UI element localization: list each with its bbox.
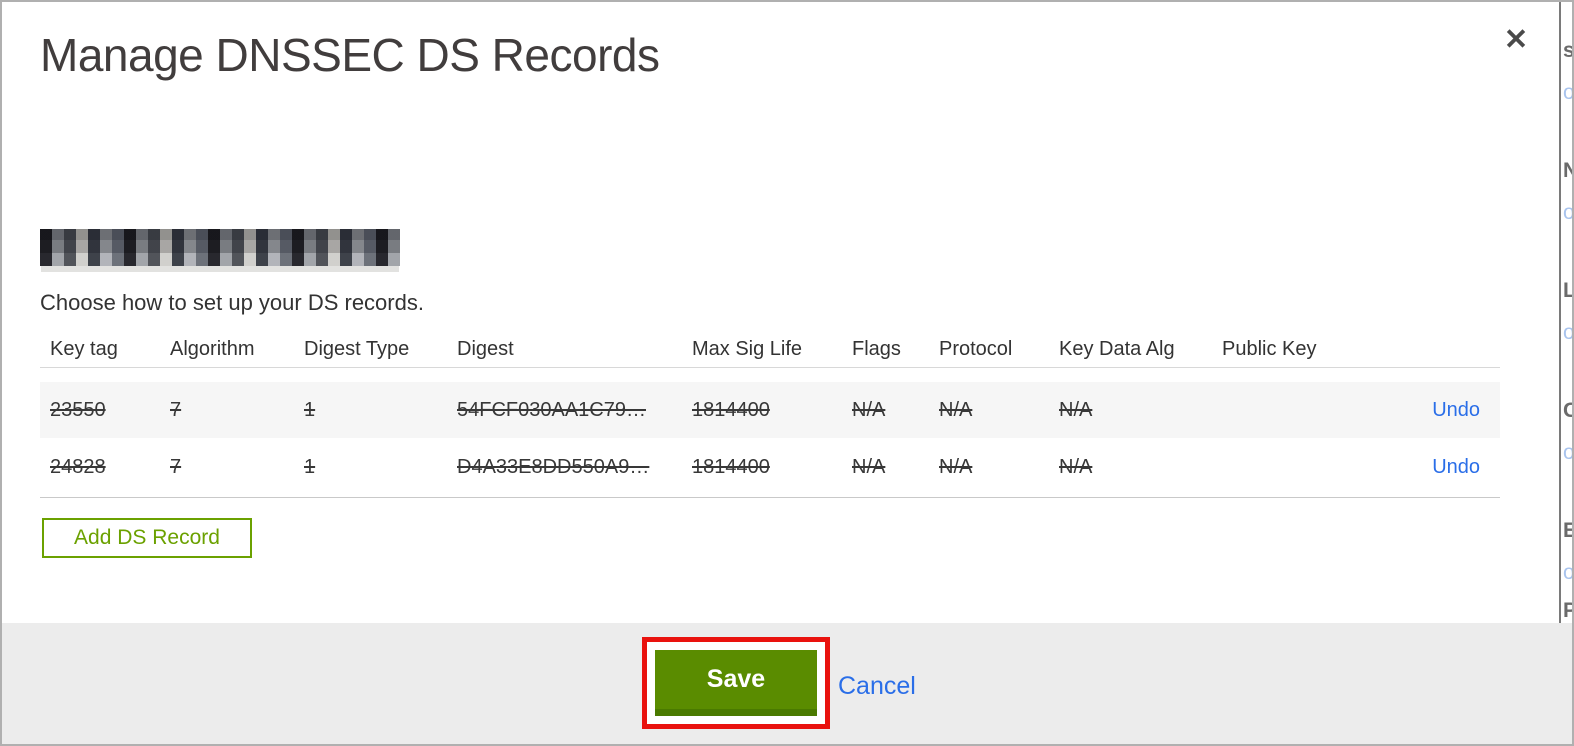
background-text-fragment: s [1563,40,1572,61]
cell-actions: Undo [1372,456,1500,479]
column-header-max-sig-life: Max Sig Life [692,338,803,360]
add-ds-record-button[interactable]: Add DS Record [42,518,252,558]
background-link-fragment: o [1563,562,1572,583]
background-text-fragment: N [1563,160,1572,181]
column-header-protocol: Protocol [939,338,1013,360]
cell-digest-type: 1 [304,456,316,478]
column-header-digest-type: Digest Type [304,338,410,360]
cell-max-sig-life: 1814400 [692,398,770,421]
table-header-row: Key tag Algorithm Digest Type Digest Max… [40,332,1500,368]
cell-key-tag: 24828 [50,456,106,478]
background-text-fragment: P [1563,600,1572,621]
column-header-public-key: Public Key [1222,338,1317,360]
column-header-key-data-alg: Key Data Alg [1059,338,1175,360]
column-header-key-tag: Key tag [50,338,118,360]
table-row: 23550 7 1 54FCF030AA1C79… 1814400 N/A N/… [40,382,1500,438]
undo-link[interactable]: Undo [1432,399,1480,421]
cell-actions: Undo [1372,399,1500,422]
table-row: 24828 7 1 D4A33E8DD550A9… 1814400 N/A N/… [40,438,1500,498]
close-icon[interactable]: ✕ [1498,22,1534,58]
column-header-algorithm: Algorithm [170,338,255,360]
cell-key-tag: 23550 [50,398,106,421]
cell-algorithm: 7 [170,398,182,421]
modal-footer: Save Cancel [2,623,1572,744]
redacted-domain-name [40,229,400,266]
column-header-flags: Flags [852,338,901,360]
instruction-text: Choose how to set up your DS records. [40,290,424,315]
background-link-fragment: o [1563,442,1572,463]
background-link-fragment: o [1563,322,1572,343]
cell-digest: D4A33E8DD550A9… [457,456,650,478]
ds-records-table: Key tag Algorithm Digest Type Digest Max… [40,332,1500,498]
cell-max-sig-life: 1814400 [692,456,770,478]
cell-digest-type: 1 [304,398,316,421]
cell-flags: N/A [852,456,886,478]
background-link-fragment: o [1563,82,1572,103]
background-text-fragment: L [1563,280,1572,301]
table-header-gap [40,368,1500,382]
cell-key-data-alg: N/A [1059,398,1093,421]
manage-dnssec-modal: Manage DNSSEC DS Records ✕ Choose how to… [2,2,1559,623]
cell-algorithm: 7 [170,456,182,478]
cell-digest: 54FCF030AA1C79… [457,398,646,421]
undo-link[interactable]: Undo [1432,456,1480,478]
background-text-fragment: C [1563,400,1572,421]
save-button[interactable]: Save [655,650,817,716]
red-annotation-box: Save [642,637,830,729]
background-text-fragment: E [1563,520,1572,541]
cancel-link[interactable]: Cancel [838,672,916,701]
cell-flags: N/A [852,398,886,421]
cell-protocol: N/A [939,456,973,478]
cell-key-data-alg: N/A [1059,456,1093,478]
column-header-digest: Digest [457,338,514,360]
cell-protocol: N/A [939,398,973,421]
background-link-fragment: o [1563,202,1572,223]
screenshot-frame: s o N o L o C o E o P o Manage DNSSEC DS… [0,0,1574,746]
page-title: Manage DNSSEC DS Records [40,29,660,81]
